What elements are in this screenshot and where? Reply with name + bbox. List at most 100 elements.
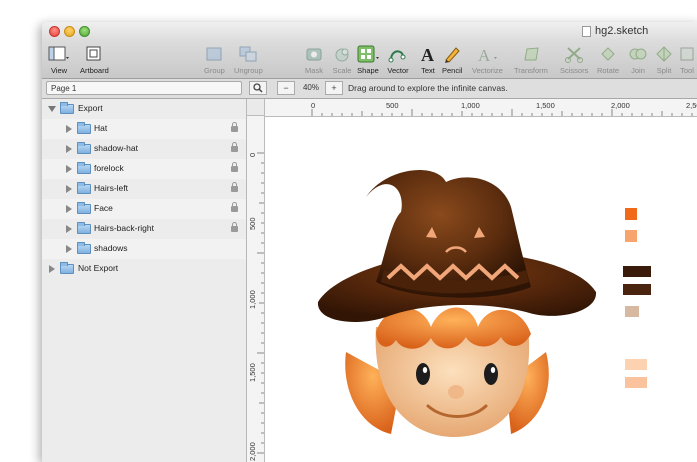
layer-row-shadow-hat[interactable]: shadow-hat <box>42 139 246 159</box>
layer-label: shadow-hat <box>94 143 138 153</box>
title-bar[interactable]: hg2.sketch <box>42 22 697 41</box>
rotate-icon <box>601 47 615 61</box>
search-button[interactable] <box>249 81 267 95</box>
pencil-button[interactable]: Pencil <box>442 43 462 75</box>
join-button[interactable]: Join <box>628 43 648 75</box>
group-label: Group <box>204 66 225 75</box>
magnifier-icon <box>253 83 263 93</box>
forelock <box>376 307 531 349</box>
scale-icon <box>335 48 349 62</box>
scissors-button[interactable]: Scissors <box>560 43 588 75</box>
lock-icon[interactable] <box>231 182 238 192</box>
swatch-orange[interactable] <box>625 208 637 220</box>
scale-label: Scale <box>332 66 352 75</box>
ruler-label: 2,50 <box>686 101 697 110</box>
artboard-button[interactable]: Artboard <box>80 43 109 75</box>
zoom-out-button[interactable]: − <box>277 81 295 95</box>
split-label: Split <box>656 66 672 75</box>
swatch-light-peach[interactable] <box>625 377 647 388</box>
disclosure-collapsed-icon[interactable] <box>66 245 72 253</box>
shape-icon <box>357 45 379 63</box>
layer-row-export[interactable]: Export <box>42 99 246 119</box>
rotate-button[interactable]: Rotate <box>597 43 619 75</box>
join-icon <box>629 48 647 60</box>
swatch-tan[interactable] <box>625 306 639 317</box>
disclosure-collapsed-icon[interactable] <box>66 185 72 193</box>
lock-icon[interactable] <box>231 142 238 152</box>
page-selector[interactable]: Page 1 <box>46 81 242 95</box>
layers-sidebar: Export Hat shadow-hat forelock Hairs-lef… <box>42 99 247 462</box>
swatch-light-orange[interactable] <box>625 230 637 242</box>
tools-button[interactable]: Tool <box>678 43 696 75</box>
lock-icon[interactable] <box>231 122 238 132</box>
layer-row-forelock[interactable]: forelock <box>42 159 246 179</box>
ungroup-button[interactable]: Ungroup <box>234 43 263 75</box>
layer-row-shadows[interactable]: shadows <box>42 239 246 259</box>
swatch-dark-brown[interactable] <box>623 266 651 277</box>
vertical-ruler[interactable]: 0 500 1,000 1,500 2,000 <box>247 116 265 462</box>
minimize-window-button[interactable] <box>64 26 75 37</box>
horizontal-ruler[interactable]: 0 500 1,000 1,500 2,000 2,50 <box>265 99 697 117</box>
layer-row-not-export[interactable]: Not Export <box>42 259 246 279</box>
lock-icon[interactable] <box>231 202 238 212</box>
disclosure-collapsed-icon[interactable] <box>66 205 72 213</box>
lock-icon[interactable] <box>231 162 238 172</box>
layer-row-face[interactable]: Face <box>42 199 246 219</box>
text-button[interactable]: A Text <box>418 43 438 75</box>
canvas[interactable]: 0 500 1,000 1,500 2,000 2,50 0 500 1,000… <box>247 99 697 462</box>
ruler-label: 500 <box>386 101 399 110</box>
layer-label: Hat <box>94 123 108 133</box>
text-label: Text <box>421 66 435 75</box>
vector-button[interactable]: Vector <box>387 43 409 75</box>
transform-icon <box>524 47 539 61</box>
layer-label: Not Export <box>78 263 119 273</box>
lock-icon[interactable] <box>231 222 238 232</box>
pencil-label: Pencil <box>442 66 463 75</box>
split-button[interactable]: Split <box>654 43 674 75</box>
document-icon <box>582 25 591 37</box>
witch-character-illustration[interactable] <box>306 152 606 452</box>
join-label: Join <box>631 66 645 75</box>
disclosure-collapsed-icon[interactable] <box>66 125 72 133</box>
close-window-button[interactable] <box>49 26 60 37</box>
zoom-window-button[interactable] <box>79 26 90 37</box>
view-button[interactable]: View <box>48 43 70 75</box>
layer-label: forelock <box>94 163 124 173</box>
folder-icon <box>60 262 74 274</box>
layer-row-hairs-left[interactable]: Hairs-left <box>42 179 246 199</box>
ruler-label: 1,000 <box>248 290 257 309</box>
disclosure-expanded-icon[interactable] <box>48 106 56 112</box>
swatch-peach[interactable] <box>625 359 647 370</box>
toolbar: View Artboard Group Ungroup Mask Scale S… <box>42 41 697 79</box>
layer-row-hairs-back-right[interactable]: Hairs-back-right <box>42 219 246 239</box>
mask-button[interactable]: Mask <box>304 43 324 75</box>
disclosure-collapsed-icon[interactable] <box>66 145 72 153</box>
disclosure-collapsed-icon[interactable] <box>49 265 55 273</box>
window-title-text: hg2.sketch <box>595 25 649 37</box>
ruler-label: 1,500 <box>248 363 257 382</box>
scissors-icon <box>565 47 584 63</box>
vectorize-button[interactable]: A Vectorize <box>472 43 503 75</box>
hat <box>317 170 597 322</box>
ruler-ticks <box>311 109 693 116</box>
swatch-brown[interactable] <box>623 284 651 295</box>
transform-button[interactable]: Transform <box>514 43 548 75</box>
sub-toolbar: Page 1 − 40% + Drag around to explore th… <box>42 79 697 99</box>
disclosure-collapsed-icon[interactable] <box>66 165 72 173</box>
mask-icon <box>306 48 322 61</box>
group-button[interactable]: Group <box>204 43 225 75</box>
ruler-ticks <box>257 152 264 454</box>
layer-label: Hairs-back-right <box>94 223 154 233</box>
mask-label: Mask <box>305 66 323 75</box>
zoom-in-button[interactable]: + <box>325 81 343 95</box>
ruler-label: 500 <box>248 217 257 230</box>
group-icon <box>206 47 222 61</box>
disclosure-collapsed-icon[interactable] <box>66 225 72 233</box>
ruler-label: 0 <box>311 101 316 110</box>
vector-icon <box>388 50 406 63</box>
layer-row-hat[interactable]: Hat <box>42 119 246 139</box>
ruler-label: 1,000 <box>461 101 480 110</box>
scale-button[interactable]: Scale <box>332 43 352 75</box>
shape-button[interactable]: Shape <box>356 43 380 75</box>
ruler-label: 2,000 <box>248 442 257 461</box>
